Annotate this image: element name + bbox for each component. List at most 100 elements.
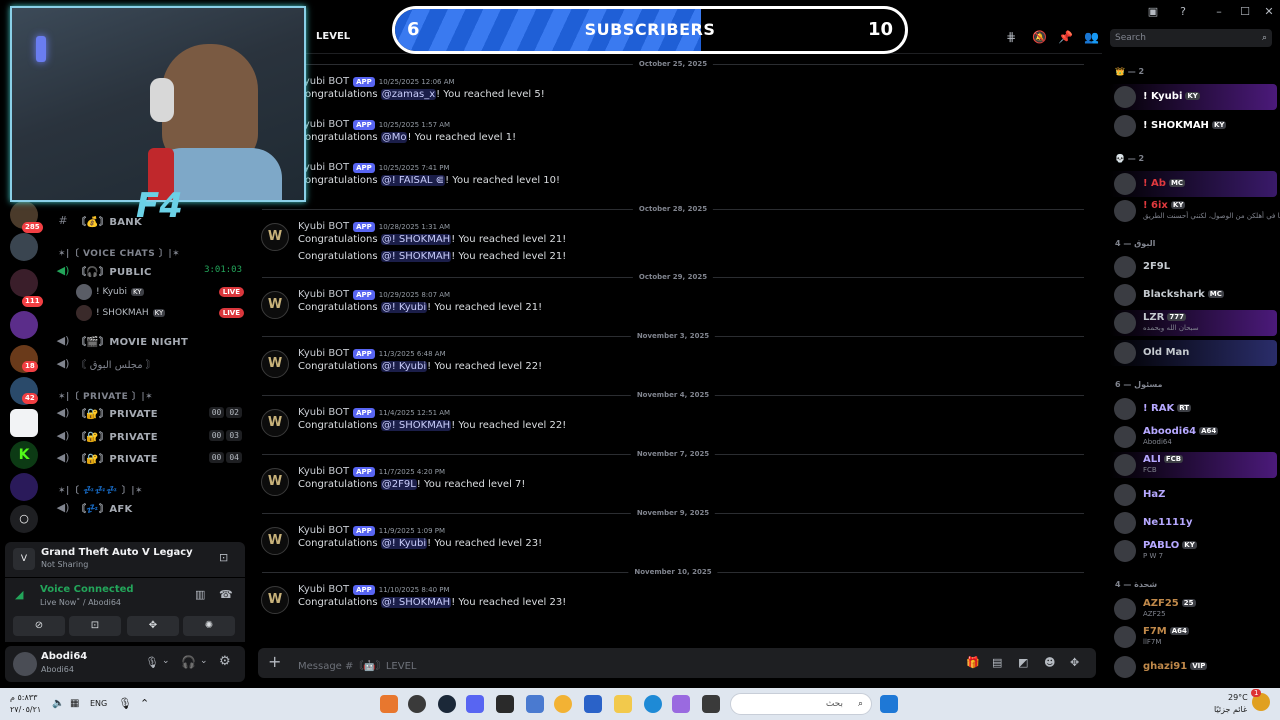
channel-afk[interactable]: ◀) 〘💤〙AFK [56, 497, 242, 517]
message-author[interactable]: Kyubi BOT [298, 466, 349, 477]
message[interactable]: W Kyubi BOT APP 11/9/2025 1:09 PM Congratula… [258, 525, 1088, 559]
emoji-icon[interactable]: ☻ [1044, 656, 1055, 669]
minimize-button[interactable]: – [1208, 3, 1230, 21]
close-button[interactable]: ✕ [1258, 3, 1280, 21]
wifi-icon[interactable]: ▦ [70, 698, 79, 709]
app-icon[interactable] [672, 695, 690, 713]
member-item[interactable]: Ne1111y [1109, 510, 1277, 536]
language-indicator[interactable]: ENG [90, 699, 107, 708]
server-icon[interactable] [10, 233, 38, 261]
message-author[interactable]: Kyubi BOT [298, 407, 349, 418]
settings-gear-icon[interactable]: ⚙ [219, 654, 231, 669]
add-server-icon[interactable]: ○ [10, 505, 38, 533]
message[interactable]: W Kyubi BOT APP 11/3/2025 6:48 AM Congratula… [258, 348, 1088, 382]
message[interactable]: W Kyubi BOT APP 10/28/2025 1:31 AM Congratul… [258, 221, 1088, 269]
notifications-muted-icon[interactable]: 🔕 [1032, 30, 1047, 44]
channel-arabic[interactable]: ◀) 〘 مجلس البوق 〙 [56, 353, 242, 373]
clock-time[interactable]: ٥:٨٣٣ م [10, 693, 37, 702]
member-item[interactable]: ALI FCB FCB [1109, 452, 1277, 478]
maximize-button[interactable]: ☐ [1234, 3, 1256, 21]
gif-icon[interactable]: ▤ [992, 656, 1002, 669]
terminal-icon[interactable] [496, 695, 514, 713]
weather-desc[interactable]: غائم جزئيًا [1214, 705, 1247, 714]
store-icon[interactable] [584, 695, 602, 713]
microphone-icon[interactable]: 🎙 [145, 656, 159, 669]
gift-icon[interactable]: 🎁 [966, 656, 980, 669]
noise-suppression-icon[interactable]: ▥ [195, 588, 205, 601]
server-icon[interactable] [10, 269, 38, 297]
user-mention[interactable]: @! SHOKMAH [380, 597, 452, 608]
category-private[interactable]: ✶|〔 PRIVATE 〕|✶ [58, 389, 153, 402]
member-item[interactable]: ! SHOKMAH KY [1109, 113, 1277, 139]
member-item[interactable]: Aboodi64 A64 Abodi64 [1109, 424, 1277, 450]
message-author[interactable]: Kyubi BOT [298, 289, 349, 300]
chrome-icon[interactable] [554, 695, 572, 713]
server-icon[interactable] [10, 473, 38, 501]
signal-icon[interactable]: ◢ [15, 588, 23, 601]
bot-avatar[interactable]: W [261, 350, 289, 378]
message[interactable]: WKyubi BOTAPP10/25/2025 1:57 AMCongratul… [258, 119, 1088, 153]
app-icon[interactable] [380, 695, 398, 713]
steam-icon[interactable] [438, 695, 456, 713]
voice-detail[interactable]: Live Now˚ / Abodi64 [40, 598, 121, 607]
member-list-icon[interactable]: 👥 [1084, 30, 1099, 44]
chevron-down-icon[interactable]: ⌄ [162, 656, 170, 666]
discord-icon[interactable] [466, 695, 484, 713]
user-mention[interactable]: @zamas_x [380, 89, 437, 100]
category-afk[interactable]: ✶|〔 💤💤💤 〕|✶ [58, 483, 143, 496]
member-item[interactable]: 2F9L [1109, 254, 1277, 280]
bot-avatar[interactable]: W [261, 223, 289, 251]
message-author[interactable]: Kyubi BOT [298, 221, 349, 232]
search-input[interactable]: Search ⌕ [1110, 29, 1272, 47]
taskbar-search[interactable]: بحث ⌕ [730, 693, 872, 715]
apps-icon[interactable]: ✥ [1070, 656, 1079, 669]
camera-off-icon[interactable]: ⊘ [13, 616, 65, 636]
member-item[interactable]: ! 6ix KY رايدنا في أهلكن من الوصول، لكنني … [1109, 198, 1280, 224]
message-composer[interactable]: + Message #〘🤖〙LEVEL 🎁 ▤ ◩ ☻ ✥ [258, 648, 1096, 678]
bot-avatar[interactable]: W [261, 527, 289, 555]
message-author[interactable]: Kyubi BOT [298, 348, 349, 359]
activities-icon[interactable]: ✥ [127, 616, 179, 636]
user-mention[interactable]: @Mo [380, 132, 408, 143]
channel-private[interactable]: ◀) 〘🔐〙PRIVATE 00 02 [56, 402, 242, 422]
app-icon[interactable] [702, 695, 720, 713]
channel-public[interactable]: ◀) 〘🎧〙PUBLIC 3:01:03 [56, 260, 242, 280]
stream-icon[interactable]: ⊡ [219, 551, 228, 564]
inbox-icon[interactable]: ▣ [1142, 3, 1164, 21]
voice-user[interactable]: ! SHOKMAH KY LIVE [76, 303, 244, 323]
app-icon[interactable] [408, 695, 426, 713]
kick-icon[interactable]: K [10, 441, 38, 469]
disconnect-icon[interactable]: ☎ [219, 588, 233, 601]
edge-icon[interactable] [644, 695, 662, 713]
member-item[interactable]: ghazi91 VIP [1109, 654, 1277, 680]
user-mention[interactable]: @! FAISAL ⋐ [380, 175, 446, 186]
bot-avatar[interactable]: W [261, 468, 289, 496]
pin-icon[interactable]: 📌 [1058, 30, 1073, 44]
message-author[interactable]: Kyubi BOT [298, 584, 349, 595]
user-mention[interactable]: @2F9L [380, 479, 417, 490]
message-author[interactable]: Kyubi BOT [298, 525, 349, 536]
chevron-down-icon[interactable]: ⌄ [200, 656, 208, 666]
bot-avatar[interactable]: W [261, 291, 289, 319]
category-voice-chats[interactable]: ✶|〔 VOICE CHATS 〕|✶ [58, 246, 180, 259]
bot-avatar[interactable]: W [261, 409, 289, 437]
clock-date[interactable]: ٢٧/٠٥/٢١ [10, 705, 41, 714]
tray-chevron-icon[interactable]: ⌃ [140, 697, 149, 710]
user-mention[interactable]: @! SHOKMAH [380, 420, 452, 431]
threads-icon[interactable]: ⋕ [1006, 30, 1016, 44]
soundboard-icon[interactable]: ✺ [183, 616, 235, 636]
app-icon[interactable] [526, 695, 544, 713]
weather-temp[interactable]: 29°C [1228, 693, 1248, 702]
user-mention[interactable]: @! Kyubi [380, 538, 428, 549]
member-item[interactable]: F7M A64 llF7M [1109, 624, 1277, 650]
screen-share-icon[interactable]: ⊡ [69, 616, 121, 636]
message[interactable]: W Kyubi BOT APP 11/10/2025 8:40 PM Congratul… [258, 584, 1088, 618]
message[interactable]: W Kyubi BOT APP 11/4/2025 12:51 AM Congratul… [258, 407, 1088, 441]
file-explorer-icon[interactable] [614, 695, 632, 713]
message[interactable]: WKyubi BOTAPP10/25/2025 12:06 AMCongratu… [258, 76, 1088, 110]
message[interactable]: WKyubi BOTAPP10/25/2025 7:41 PMCongratul… [258, 162, 1088, 196]
user-mention[interactable]: @! SHOKMAH [380, 251, 452, 262]
user-mention[interactable]: @! Kyubi [380, 361, 428, 372]
member-item[interactable]: LZR 777 سبحان الله وبحمده [1109, 310, 1277, 336]
member-item[interactable]: HaZ [1109, 482, 1277, 508]
